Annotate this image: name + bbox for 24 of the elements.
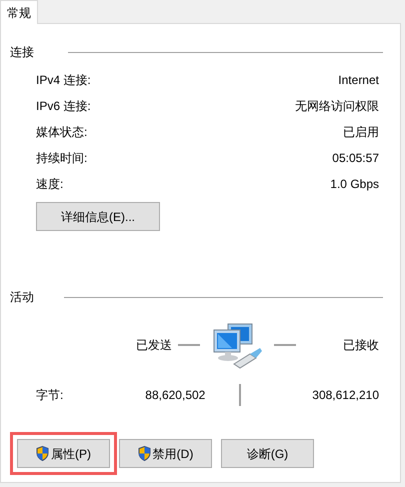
details-button[interactable]: 详细信息(E)... [36, 202, 160, 231]
field-value: Internet [338, 72, 379, 89]
field-value: 1.0 Gbps [330, 176, 379, 193]
field-value: 无网络访问权限 [295, 98, 379, 115]
field-label: 媒体状态: [36, 124, 88, 141]
sent-label: 已发送 [135, 337, 172, 354]
action-button[interactable]: 诊断(G) [221, 439, 314, 468]
action-button[interactable]: 属性(P) [17, 439, 110, 468]
group-title: 活动 [10, 289, 34, 306]
field-label: IPv4 连接: [36, 72, 91, 89]
bytes-received: 308,612,210 [312, 387, 379, 404]
field-value: 已启用 [343, 124, 379, 141]
field-label: IPv6 连接: [36, 98, 91, 115]
shield-icon [138, 446, 151, 461]
group-title: 连接 [10, 44, 34, 61]
field-value: 05:05:57 [332, 150, 379, 167]
tab[interactable]: 常规 [0, 0, 38, 24]
received-label: 已接收 [343, 337, 380, 354]
shield-icon [36, 446, 49, 461]
action-button[interactable]: 禁用(D) [119, 439, 212, 468]
field-label: 持续时间: [36, 150, 88, 167]
field-label: 速度: [36, 176, 64, 193]
bytes-sent: 88,620,502 [144, 387, 206, 404]
bytes-label: 字节: [36, 387, 64, 404]
